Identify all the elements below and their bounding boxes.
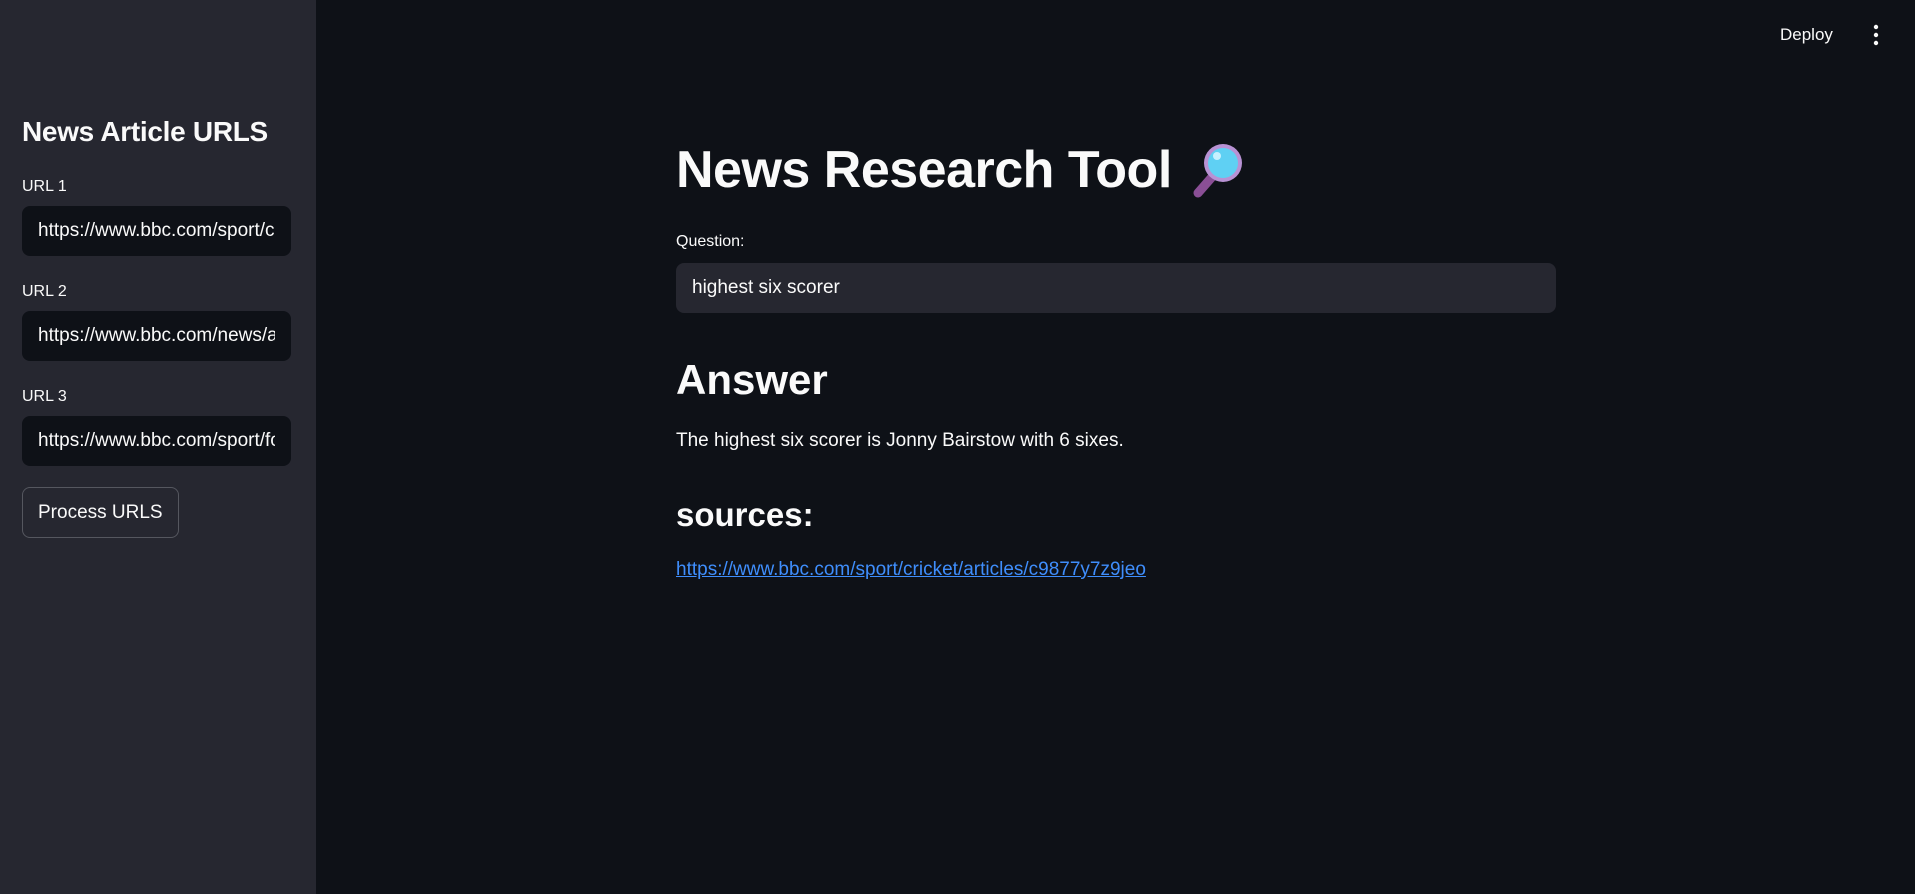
process-urls-button[interactable]: Process URLS [22, 487, 179, 538]
answer-heading: Answer [676, 356, 828, 403]
url-1-input[interactable] [22, 206, 291, 256]
page-title-text: News Research Tool [676, 141, 1172, 199]
question-input[interactable] [676, 263, 1556, 313]
magnifying-glass-icon [1193, 144, 1242, 198]
answer-text: The highest six scorer is Jonny Bairstow… [676, 430, 1124, 451]
url-1-label: URL 1 [22, 178, 67, 195]
page-title: News Research Tool [676, 140, 1248, 200]
url-2-label: URL 2 [22, 283, 67, 300]
sidebar: News Article URLS URL 1 URL 2 URL 3 Proc… [0, 0, 316, 894]
question-label: Question: [676, 233, 745, 250]
source-link[interactable]: https://www.bbc.com/sport/cricket/articl… [676, 559, 1146, 581]
url-2-field-group: URL 2 [22, 283, 291, 361]
url-3-input[interactable] [22, 416, 291, 466]
sidebar-title: News Article URLS [22, 116, 268, 147]
sources-heading: sources: [676, 496, 814, 533]
app-root: News Article URLS URL 1 URL 2 URL 3 Proc… [0, 0, 1915, 894]
url-3-field-group: URL 3 [22, 388, 291, 466]
url-3-label: URL 3 [22, 388, 67, 405]
url-2-input[interactable] [22, 311, 291, 361]
vertical-ellipsis-icon[interactable] [1868, 24, 1884, 46]
url-1-field-group: URL 1 [22, 178, 291, 256]
deploy-button[interactable]: Deploy [1780, 22, 1833, 48]
